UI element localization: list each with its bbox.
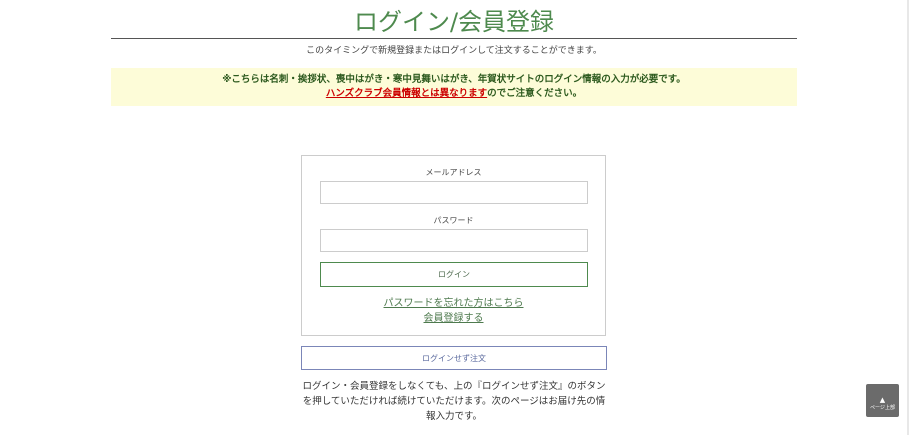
intro-text: このタイミングで新規登録またはログインして注文することができます。: [306, 46, 602, 56]
guest-order-note: ログイン・会員登録をしなくても、上の『ログインせず注文』のボタンを押していただけ…: [302, 381, 606, 422]
page-top-button[interactable]: ▲ ページ上部: [866, 384, 899, 417]
password-field[interactable]: [320, 229, 588, 252]
notice-box: ※こちらは名刺・挨拶状、喪中はがき・寒中見舞いはがき、年賀状サイトのログイン情報…: [111, 68, 797, 106]
up-arrow-icon: ▲: [879, 396, 886, 404]
register-link[interactable]: 会員登録する: [302, 312, 605, 325]
notice-line-1: ※こちらは名刺・挨拶状、喪中はがき・寒中見舞いはがき、年賀状サイトのログイン情報…: [222, 74, 686, 85]
email-field[interactable]: [320, 181, 588, 204]
notice-line-2: ハンズクラブ会員情報とは異なりますのでご注意ください。: [111, 87, 797, 101]
password-label: パスワード: [433, 216, 474, 225]
guest-order-button[interactable]: ログインせず注文: [301, 346, 607, 370]
notice-line-2-suffix: のでご注意ください。: [487, 88, 583, 99]
title-divider: [111, 38, 797, 39]
page-title: ログイン/会員登録: [353, 8, 555, 36]
email-label: メールアドレス: [425, 168, 482, 177]
notice-warning-link[interactable]: ハンズクラブ会員情報とは異なります: [326, 88, 487, 99]
forgot-password-link[interactable]: パスワードを忘れた方はこちら: [302, 297, 605, 310]
login-panel: メールアドレス パスワード ログイン パスワードを忘れた方はこちら 会員登録する: [301, 155, 606, 336]
page-top-label: ページ上部: [870, 405, 895, 411]
login-button[interactable]: ログイン: [320, 262, 588, 287]
